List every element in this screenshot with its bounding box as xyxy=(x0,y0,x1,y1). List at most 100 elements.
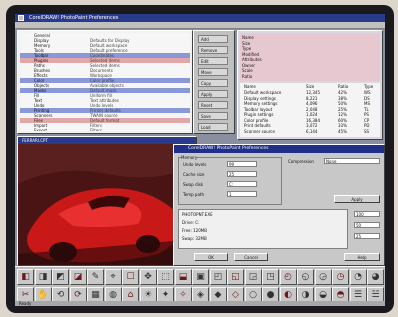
field-label: Cache size xyxy=(183,172,205,177)
action-button-panel: Add Remove Edit Move Copy Apply Reset Save Load xyxy=(193,30,235,134)
tree-list: General Display Defaults for Display Memory… xyxy=(20,33,190,131)
top-list-row[interactable]: Owner xyxy=(242,63,378,68)
field-label: Undo levels xyxy=(183,162,207,167)
tool-icon[interactable]: ◕ xyxy=(367,269,384,285)
preferences-tree: General Display Defaults for Display Memory… xyxy=(17,30,193,134)
cell: Print defaults xyxy=(244,123,271,128)
cell: 8,221 xyxy=(306,95,318,101)
cell: Plugin settings xyxy=(244,112,274,117)
panel-button[interactable]: Copy xyxy=(198,79,228,87)
tool-icon[interactable]: ◪ xyxy=(69,269,87,285)
dialog-list[interactable]: PHOTOPNT.EXE Drive: C: Free: 120MB Swap: 32… xyxy=(178,209,348,249)
table-row[interactable]: Display settings 8,221 38% DS xyxy=(242,96,378,101)
menubar xyxy=(15,22,385,29)
tool-icon[interactable]: ◧ xyxy=(17,269,34,285)
tool-icon[interactable]: ◷ xyxy=(332,269,349,285)
top-list-row[interactable]: Name xyxy=(242,35,378,40)
apply-button[interactable]: Apply xyxy=(334,195,380,203)
window-title: CorelDRAW! PhotoPaint Preferences xyxy=(29,15,119,21)
cell: Default workspace xyxy=(244,90,282,95)
table-row[interactable]: Color profile 16,384 60% CP xyxy=(242,118,378,123)
tree-row-label: Export xyxy=(34,128,48,131)
field-input[interactable]: 99 xyxy=(227,161,257,167)
field-label: Temp path xyxy=(183,192,205,197)
table-row[interactable]: Toolbar layout 2,048 25% TL xyxy=(242,107,378,112)
cell: Type xyxy=(364,84,374,89)
value-field[interactable]: 25 xyxy=(354,233,380,239)
top-list-row[interactable]: Size xyxy=(242,41,378,46)
panel-button[interactable]: Move xyxy=(198,68,228,76)
tool-icon[interactable]: ◶ xyxy=(314,269,332,285)
panel-button[interactable]: Remove xyxy=(198,46,228,54)
table-row[interactable]: Scanner source 6,144 45% SS xyxy=(242,129,378,134)
list-item[interactable]: Free: 120MB xyxy=(182,228,207,233)
cell: PD xyxy=(364,123,370,128)
memory-group: Memory Undo levels 99 Cache size 25 Swap dis… xyxy=(178,155,282,205)
tool-icon[interactable]: ⌖ xyxy=(104,269,122,285)
top-list-row[interactable]: Type xyxy=(242,46,378,51)
cell: 12% xyxy=(338,112,347,117)
cell: Size xyxy=(306,84,315,89)
cell: Toolbar layout xyxy=(244,106,273,112)
tool-icon[interactable]: ✥ xyxy=(139,269,157,285)
status-bar: Ready xyxy=(15,301,385,306)
cancel-button[interactable]: Cancel xyxy=(234,253,268,261)
table-row[interactable]: Print defaults 3,072 33% PD xyxy=(242,123,378,128)
field-input[interactable]: 1 xyxy=(227,191,257,197)
tool-icon[interactable]: ◔ xyxy=(349,269,367,285)
cell: PS xyxy=(364,112,369,117)
panel-button[interactable]: Edit xyxy=(198,57,228,65)
tool-icon[interactable]: ◱ xyxy=(227,269,244,285)
cell: 3,072 xyxy=(306,123,318,128)
tool-icon[interactable]: ⬚ xyxy=(157,269,174,285)
preferences-dialog: CorelDRAW! PhotoPaint Preferences Memory… xyxy=(173,144,385,266)
tool-icon[interactable]: ▣ xyxy=(192,269,209,285)
panel-button[interactable]: Apply xyxy=(198,90,228,98)
ok-button[interactable]: OK xyxy=(194,253,228,261)
help-button[interactable]: Help xyxy=(344,253,380,261)
tool-icon[interactable]: ◴ xyxy=(279,269,297,285)
panel-button[interactable]: Save xyxy=(198,112,228,120)
tool-icon[interactable]: ◰ xyxy=(209,269,227,285)
compression-label: Compression xyxy=(288,159,314,164)
table-row[interactable]: Plugin settings 1,024 12% PS xyxy=(242,112,378,117)
tree-row[interactable]: Export Filters xyxy=(20,128,190,131)
top-list-row[interactable]: Ratio xyxy=(242,74,378,79)
table-row[interactable]: Memory settings 4,096 50% MS xyxy=(242,101,378,106)
cell: 38% xyxy=(338,95,347,101)
top-list-row[interactable]: Attributes xyxy=(242,57,378,62)
dialog-title: CorelDRAW! PhotoPaint Preferences xyxy=(174,145,384,153)
tool-icon[interactable]: ✎ xyxy=(87,269,104,285)
cell: Name xyxy=(244,84,256,89)
table-header[interactable]: Name Size Ratio Type xyxy=(242,84,378,89)
top-list-row[interactable]: Modified xyxy=(242,52,378,57)
top-list-row[interactable]: Scale xyxy=(242,68,378,73)
car-image xyxy=(18,144,196,265)
tool-icon[interactable]: ◨ xyxy=(34,269,52,285)
field-input[interactable]: 25 xyxy=(227,171,257,177)
system-menu-icon[interactable] xyxy=(18,15,24,21)
list-item[interactable]: Drive: C: xyxy=(182,220,199,225)
value-field[interactable]: 50 xyxy=(354,222,380,228)
field-input[interactable]: C: xyxy=(227,181,257,187)
panel-button[interactable]: Load xyxy=(198,123,228,131)
tool-icon[interactable]: ◲ xyxy=(244,269,262,285)
cell: Memory settings xyxy=(244,101,278,106)
value-field[interactable]: 100 xyxy=(354,211,380,217)
panel-button[interactable]: Add xyxy=(198,35,228,43)
tool-icon[interactable]: ⬓ xyxy=(174,269,192,285)
list-item[interactable]: Swap: 32MB xyxy=(182,236,207,241)
compression-select[interactable]: None xyxy=(324,158,380,164)
tool-icon[interactable]: ☐ xyxy=(122,269,139,285)
list-item[interactable]: PHOTOPNT.EXE xyxy=(182,212,213,217)
panel-button[interactable]: Reset xyxy=(198,101,228,109)
file-list-panel: Name Size Type Modified Attributes Owner Scale… xyxy=(237,30,383,140)
cell: 50% xyxy=(338,101,347,106)
tool-icon[interactable]: ◳ xyxy=(262,269,279,285)
tool-icon[interactable]: ◩ xyxy=(52,269,69,285)
cell: DS xyxy=(364,95,370,101)
tool-icon[interactable]: ◵ xyxy=(297,269,314,285)
cell: Scanner source xyxy=(244,128,275,134)
table-row[interactable]: Default workspace 12,345 42% WS xyxy=(242,90,378,95)
image-window[interactable]: FERRARI.CPT xyxy=(17,136,197,266)
